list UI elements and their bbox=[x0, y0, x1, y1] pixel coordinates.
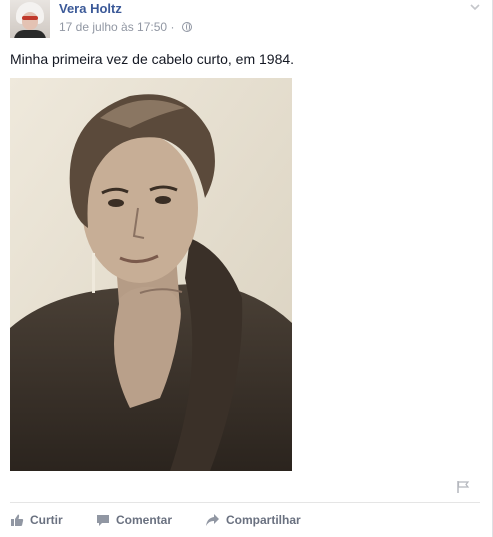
share-label: Compartilhar bbox=[226, 513, 301, 527]
post-message: Minha primeira vez de cabelo curto, em 1… bbox=[10, 51, 295, 67]
flag-icon[interactable] bbox=[456, 480, 470, 494]
meta-separator: · bbox=[170, 20, 175, 34]
like-label: Curtir bbox=[30, 513, 63, 527]
post-photo[interactable] bbox=[10, 78, 292, 471]
feed-post: Vera Holtz 17 de julho às 17:50 · Minha … bbox=[0, 0, 493, 537]
share-arrow-icon bbox=[205, 513, 220, 527]
share-button[interactable]: Compartilhar bbox=[205, 509, 301, 531]
post-timestamp[interactable]: 17 de julho às 17:50 bbox=[59, 20, 167, 34]
author-name[interactable]: Vera Holtz bbox=[59, 1, 122, 16]
globe-icon[interactable] bbox=[181, 22, 192, 32]
actions-divider bbox=[10, 502, 480, 503]
post-actions: Curtir Comentar Compartilhar bbox=[0, 509, 493, 531]
like-button[interactable]: Curtir bbox=[10, 509, 63, 531]
comment-button[interactable]: Comentar bbox=[96, 509, 172, 531]
comment-icon bbox=[96, 513, 110, 527]
chevron-down-icon[interactable] bbox=[468, 0, 482, 14]
post-header: Vera Holtz 17 de julho às 17:50 · bbox=[0, 0, 493, 44]
comment-label: Comentar bbox=[116, 513, 173, 527]
post-meta: 17 de julho às 17:50 · bbox=[59, 20, 192, 34]
thumbs-up-icon bbox=[10, 513, 24, 527]
avatar[interactable] bbox=[10, 0, 50, 38]
